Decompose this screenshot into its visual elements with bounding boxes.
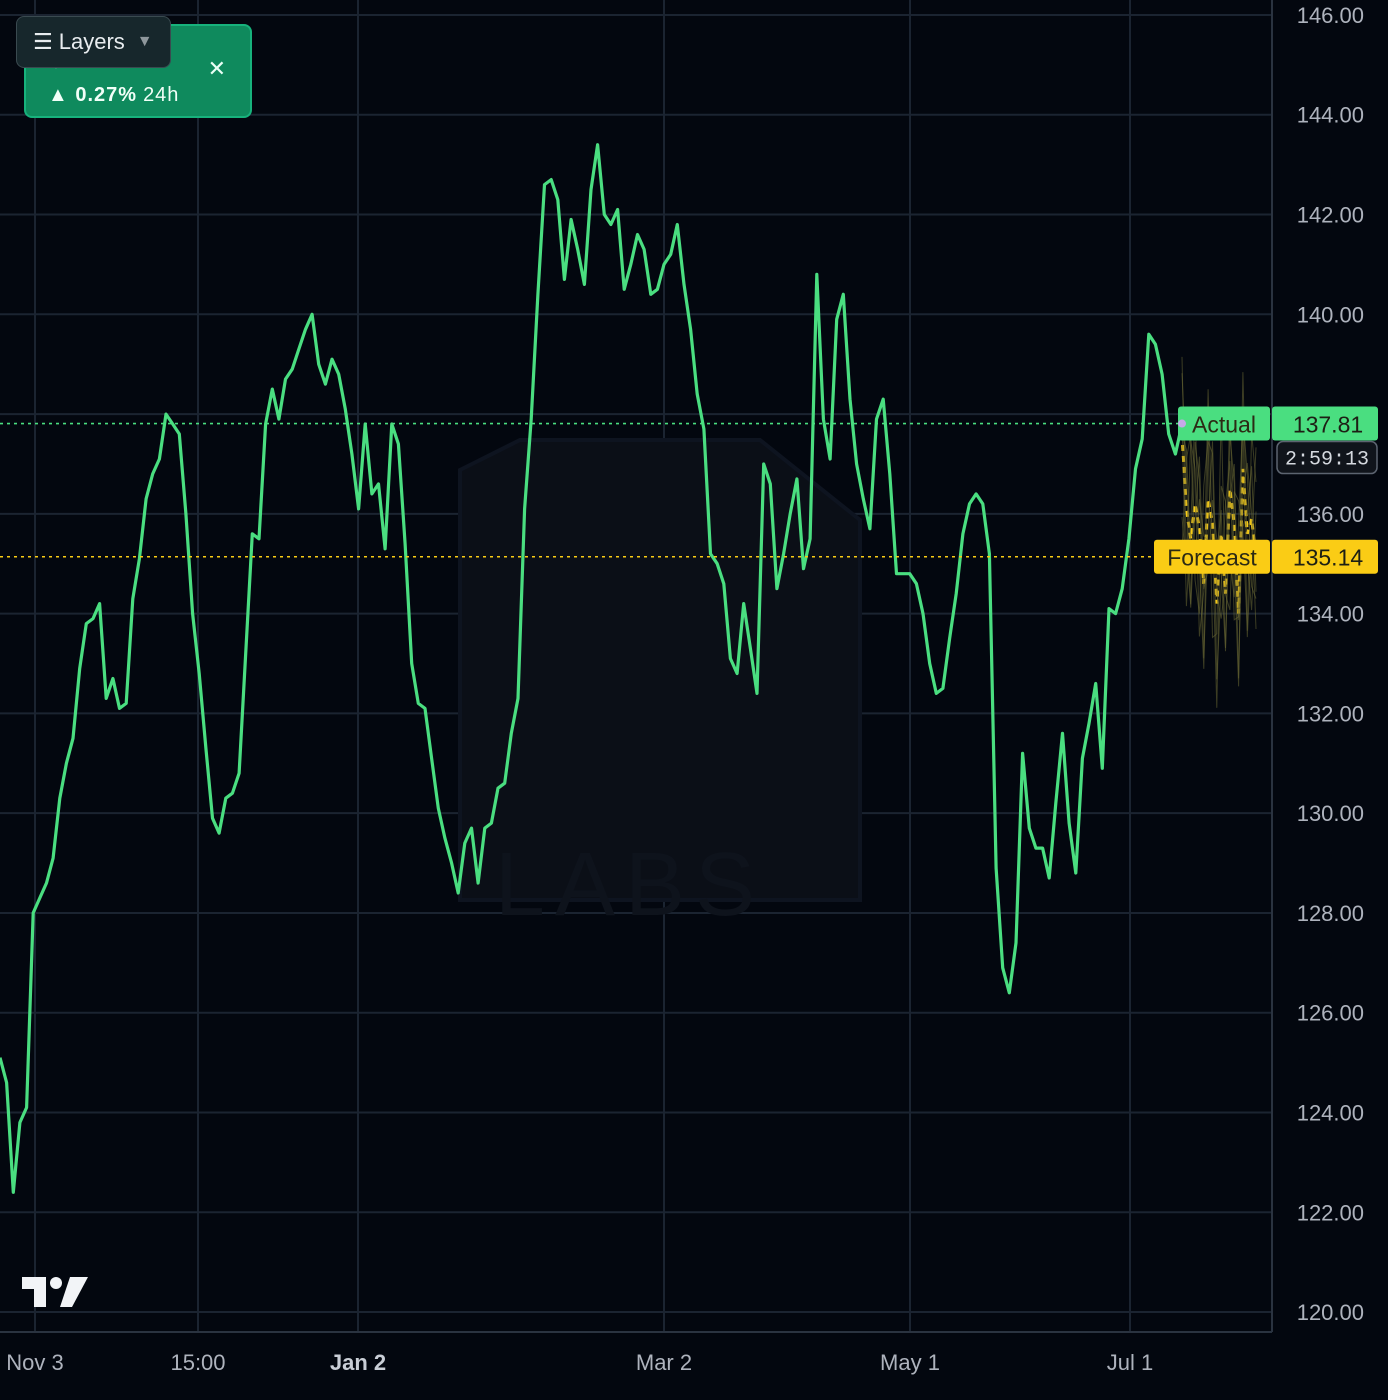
y-tick-label: 128.00	[1297, 901, 1364, 926]
x-tick-label: Nov 3	[6, 1350, 63, 1375]
y-tick-label: 122.00	[1297, 1200, 1364, 1225]
y-tick-label: 140.00	[1297, 302, 1364, 327]
y-tick-label: 136.00	[1297, 502, 1364, 527]
tradingview-logo-icon[interactable]	[20, 1274, 92, 1314]
series-name-label: Forecast	[1167, 545, 1257, 571]
y-tick-label: 132.00	[1297, 701, 1364, 726]
bottom-toolbar-edge	[0, 1386, 1388, 1400]
change-period: 24h	[143, 84, 180, 106]
y-tick-label: 144.00	[1297, 103, 1364, 128]
price-value-label: 135.14	[1293, 545, 1364, 571]
layers-label: Layers	[58, 29, 125, 54]
y-tick-label: 120.00	[1297, 1300, 1364, 1325]
last-point-marker	[1178, 419, 1186, 428]
y-tick-label: 146.00	[1297, 3, 1364, 28]
watermark-text: LABS	[495, 835, 765, 935]
price-change: ▲ 0.27% 24h	[48, 84, 179, 107]
change-percent: ▲ 0.27%	[48, 84, 138, 106]
layers-button[interactable]: ☰ Layers ▼	[16, 16, 171, 68]
countdown-label: 2:59:13	[1285, 449, 1369, 472]
y-tick-label: 134.00	[1297, 602, 1364, 627]
y-tick-label: 130.00	[1297, 801, 1364, 826]
x-tick-label: 15:00	[170, 1350, 225, 1375]
close-icon[interactable]: ✕	[208, 56, 226, 82]
x-tick-label: Jan 2	[330, 1350, 386, 1375]
time-axis[interactable]: Nov 3 15:00 Jan 2 Mar 2 May 1 Jul 1	[6, 1350, 1153, 1375]
menu-icon: ☰	[33, 29, 53, 54]
y-tick-label: 126.00	[1297, 1001, 1364, 1026]
x-tick-label: Jul 1	[1107, 1350, 1153, 1375]
x-tick-label: Mar 2	[636, 1350, 692, 1375]
price-value-label: 137.81	[1293, 412, 1363, 438]
y-tick-label: 124.00	[1297, 1100, 1364, 1125]
y-tick-label: 142.00	[1297, 203, 1364, 228]
price-chart[interactable]: LABS 146.00144.00142.00140.00138.00136.0…	[0, 0, 1388, 1400]
series-name-label: Actual	[1192, 412, 1256, 438]
chevron-down-icon: ▼	[136, 33, 153, 50]
x-tick-label: May 1	[880, 1350, 940, 1375]
